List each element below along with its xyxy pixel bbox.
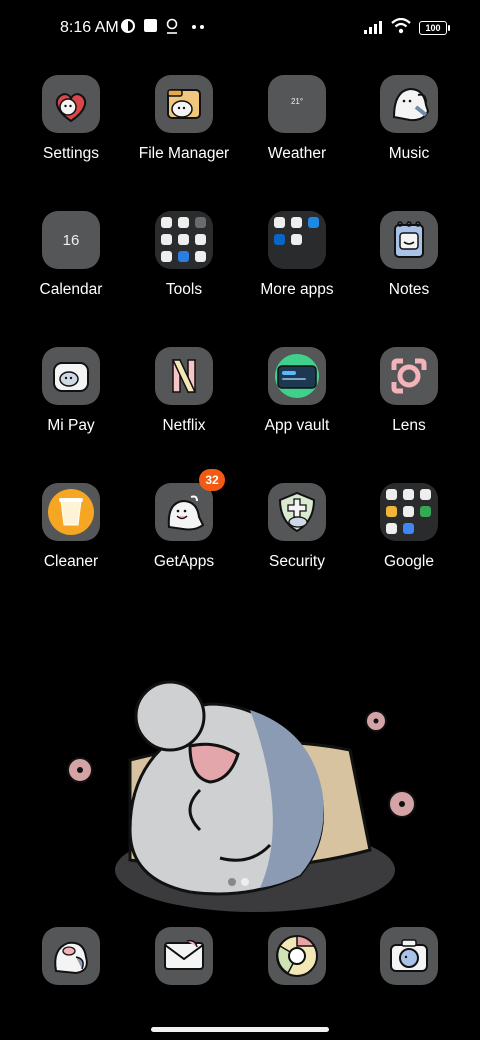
- app-label: Netflix: [162, 417, 206, 434]
- app-label: Security: [269, 553, 325, 570]
- location-notification-icon: [166, 18, 178, 34]
- app-label: Tools: [165, 281, 203, 298]
- wifi-icon: [391, 18, 411, 34]
- app-app-vault[interactable]: App vault: [241, 347, 353, 435]
- app-settings[interactable]: Settings: [15, 75, 127, 163]
- camera-sticker-icon: [380, 927, 438, 985]
- weather-icon: 21°: [268, 75, 326, 133]
- app-notes[interactable]: Notes: [353, 211, 465, 299]
- dock-app-camera[interactable]: [353, 927, 465, 985]
- app-google-folder[interactable]: Google: [353, 483, 465, 571]
- app-label: Lens: [392, 417, 426, 434]
- status-bar: 8:16 AM 100: [0, 0, 480, 56]
- dock-app-shark[interactable]: [15, 927, 127, 985]
- settings-icon: [42, 75, 100, 133]
- app-cleaner[interactable]: Cleaner: [15, 483, 127, 571]
- app-tools-folder[interactable]: Tools: [128, 211, 240, 299]
- calendar-day: 16: [62, 232, 80, 249]
- app-security[interactable]: Security: [241, 483, 353, 571]
- notes-sticker-icon: [380, 211, 438, 269]
- netflix-icon: [155, 347, 213, 405]
- home-indicator[interactable]: [151, 1027, 329, 1032]
- status-time: 8:16 AM: [60, 19, 119, 36]
- app-mi-pay[interactable]: Mi Pay: [15, 347, 127, 435]
- battery-tip: [448, 25, 450, 31]
- chrome-icon: [268, 927, 326, 985]
- weather-temperature: 21°: [290, 97, 304, 106]
- notification-badge: 32: [199, 469, 225, 491]
- shark-sticker-icon: [42, 927, 100, 985]
- music-shark-icon: [380, 75, 438, 133]
- signal-icon: [364, 21, 382, 34]
- app-label: Settings: [42, 145, 99, 162]
- app-notification-icon: [121, 19, 135, 33]
- security-shield-icon: [268, 483, 326, 541]
- app-netflix[interactable]: Netflix: [128, 347, 240, 435]
- dock-app-messages[interactable]: [128, 927, 240, 985]
- app-label: Notes: [388, 281, 430, 298]
- app-label: GetApps: [153, 553, 215, 570]
- dock-app-chrome[interactable]: [241, 927, 353, 985]
- app-label: Weather: [267, 145, 327, 162]
- shark-wallpaper-illustration: [67, 680, 416, 912]
- envelope-sticker-icon: [155, 927, 213, 985]
- battery-indicator: 100: [419, 21, 447, 35]
- app-label: Music: [388, 145, 430, 162]
- app-label: File Manager: [138, 145, 230, 162]
- tools-folder-icon: [155, 211, 213, 269]
- folder-sticker-icon: [155, 75, 213, 133]
- app-calendar[interactable]: 16 Calendar: [15, 211, 127, 299]
- more-notifications-icon: [192, 25, 204, 29]
- lens-icon: [380, 347, 438, 405]
- google-folder-icon: [380, 483, 438, 541]
- calendar-icon: 16: [42, 211, 100, 269]
- app-label: Mi Pay: [47, 417, 95, 434]
- app-label: More apps: [260, 281, 334, 298]
- cleaner-icon: [42, 483, 100, 541]
- app-lens[interactable]: Lens: [353, 347, 465, 435]
- more-apps-folder-icon: [268, 211, 326, 269]
- app-label: Calendar: [39, 281, 103, 298]
- app-more-apps-folder[interactable]: More apps: [241, 211, 353, 299]
- mi-pay-sticker-icon: [42, 347, 100, 405]
- app-label: Cleaner: [43, 553, 99, 570]
- app-label: App vault: [264, 417, 330, 434]
- square-notification-icon: [144, 19, 157, 32]
- app-vault-icon: [268, 347, 326, 405]
- getapps-shark-icon: [155, 483, 213, 541]
- app-weather[interactable]: 21° Weather: [241, 75, 353, 163]
- app-file-manager[interactable]: File Manager: [128, 75, 240, 163]
- app-music[interactable]: Music: [353, 75, 465, 163]
- app-label: Google: [384, 553, 434, 570]
- app-getapps[interactable]: 32 GetApps: [128, 469, 240, 571]
